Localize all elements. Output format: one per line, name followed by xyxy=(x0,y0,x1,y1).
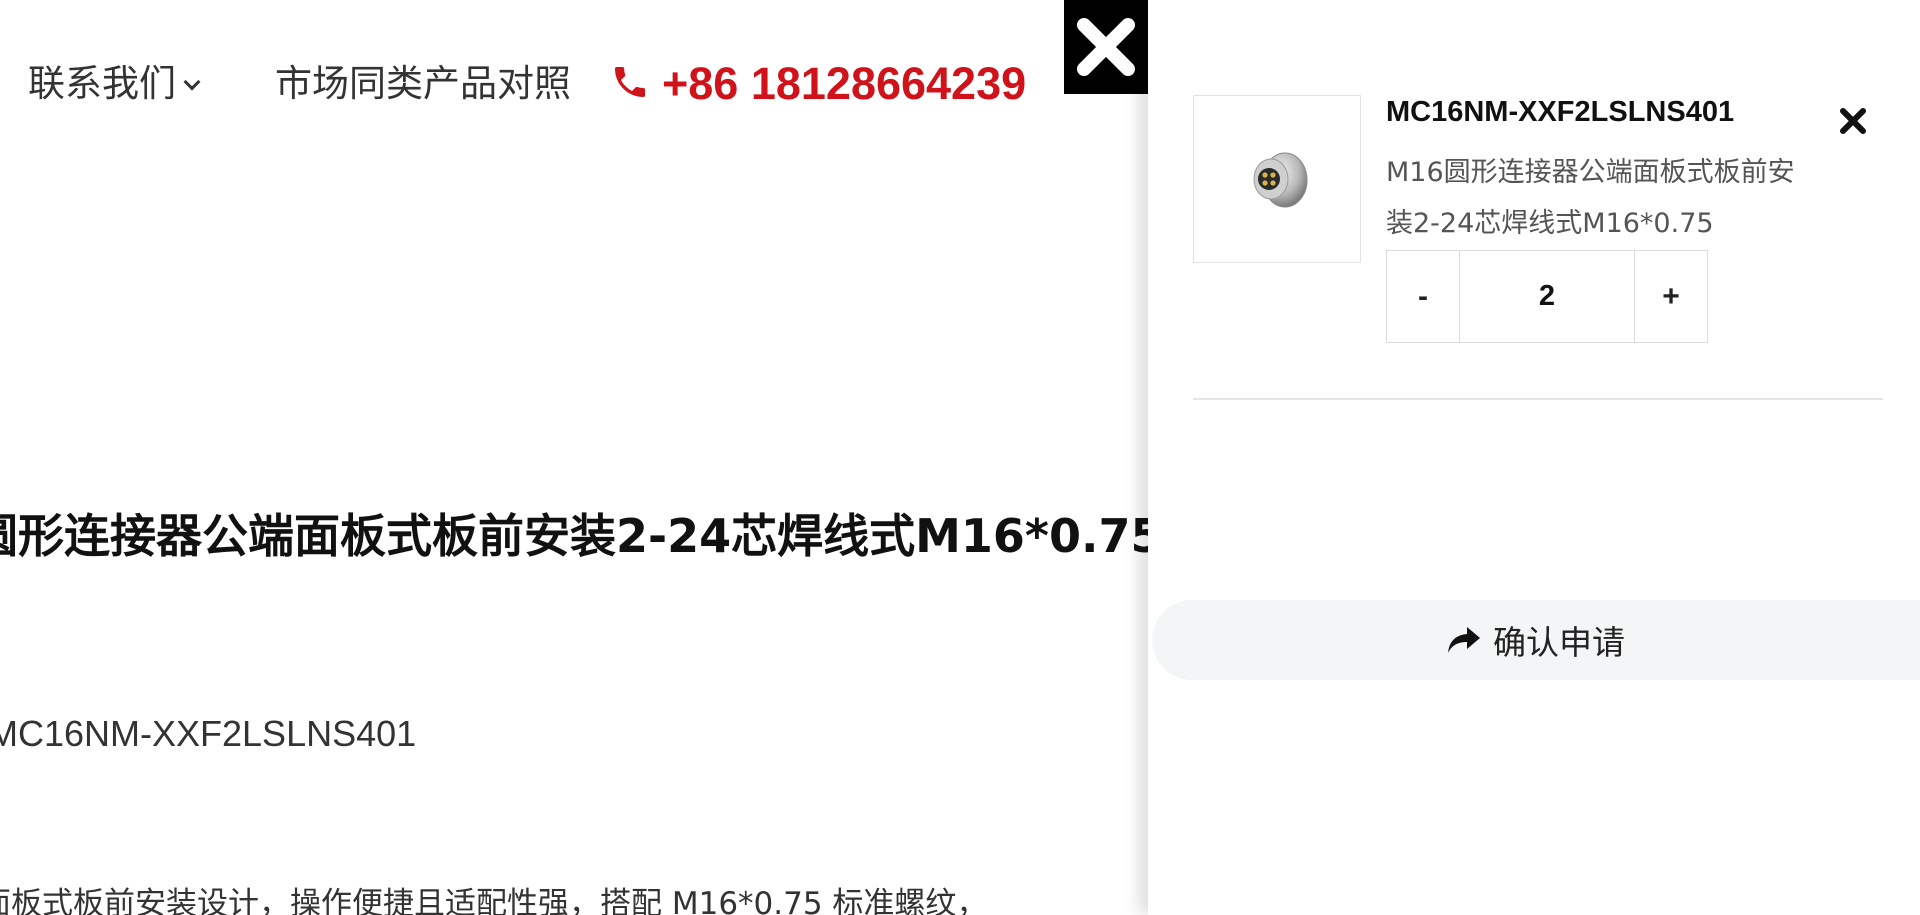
remove-item-button[interactable] xyxy=(1833,101,1873,141)
item-code[interactable]: MC16NM-XXF2LSLNS401 xyxy=(1386,95,1734,129)
confirm-request-label: 确认申请 xyxy=(1493,623,1625,662)
nav-compare-products[interactable]: 市场同类产品对照 xyxy=(275,62,571,106)
inquiry-drawer: MC16NM-XXF2LSLNS401 M16圆形连接器公端面板式板前安装2-2… xyxy=(1148,0,1920,915)
page: 联系我们 市场同类产品对照 +86 18128664239 圆形连接器公端面板式… xyxy=(0,0,1920,915)
remove-item-icon xyxy=(1840,108,1866,134)
product-thumbnail[interactable] xyxy=(1193,95,1361,263)
item-name: M16圆形连接器公端面板式板前安装2-24芯焊线式M16*0.75 xyxy=(1386,157,1795,239)
nav-contact-label: 联系我们 xyxy=(28,62,176,105)
close-icon xyxy=(1077,18,1135,76)
close-drawer-button[interactable] xyxy=(1064,0,1148,94)
connector-image xyxy=(1253,152,1308,208)
quantity-decrease-button[interactable]: - xyxy=(1387,251,1460,342)
phone-number: +86 18128664239 xyxy=(662,58,1027,109)
chevron-down-icon xyxy=(183,73,201,91)
nav-contact-us[interactable]: 联系我们 xyxy=(28,62,201,106)
divider xyxy=(1193,398,1883,400)
share-arrow-icon xyxy=(1448,627,1480,653)
quantity-stepper: - + xyxy=(1386,250,1708,343)
quantity-increase-button[interactable]: + xyxy=(1634,251,1707,342)
quantity-input[interactable] xyxy=(1460,251,1634,342)
phone-icon xyxy=(615,67,645,97)
product-sku: MC16NM-XXF2LSLNS401 xyxy=(0,713,417,754)
product-description: 面板式板前安装设计，操作便捷且适配性强，搭配 M16*0.75 标准螺纹， xyxy=(0,886,988,915)
phone-link[interactable]: +86 18128664239 xyxy=(610,58,1026,110)
confirm-request-button[interactable]: 确认申请 xyxy=(1152,600,1920,680)
product-title: 圆形连接器公端面板式板前安装2-24芯焊线式M16*0.75 xyxy=(0,509,1163,563)
